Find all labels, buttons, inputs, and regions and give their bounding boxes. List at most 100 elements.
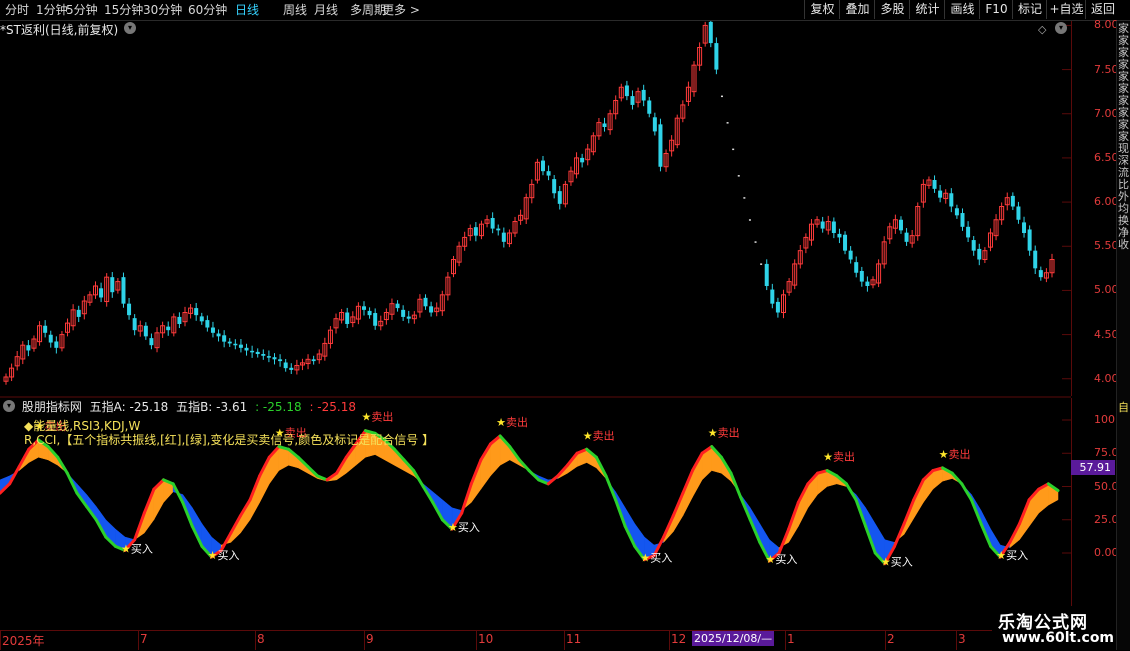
buy-signal: ★买入: [640, 552, 672, 565]
candle-body: [26, 345, 31, 351]
buy-signal: ★买入: [996, 549, 1028, 562]
candle-body: [222, 335, 227, 342]
date-label: 2: [887, 632, 895, 646]
candle-body: [311, 359, 316, 362]
candle-body: [233, 343, 238, 346]
value-a: -25.18: [129, 400, 169, 414]
period-tab-5[interactable]: 60分钟: [184, 0, 231, 20]
candle-body: [546, 171, 551, 176]
oscillator-line: [844, 482, 858, 502]
candle-body: [121, 277, 126, 304]
sell-signal: ★卖出: [496, 415, 528, 429]
period-tab-10[interactable]: 更多 >: [378, 0, 424, 20]
toolbar-button-7[interactable]: +自选: [1046, 0, 1086, 19]
candle-dash: [748, 219, 751, 221]
value-c: : -25.18: [255, 400, 302, 414]
indicator-grid: [1062, 419, 1071, 554]
candle-body: [76, 309, 81, 317]
candle-body: [43, 325, 48, 333]
candle-body: [624, 85, 629, 97]
price-tick: 5.50: [1094, 239, 1119, 253]
toolbar-button-6[interactable]: 标记: [1012, 0, 1047, 19]
period-tab-6[interactable]: 日线: [231, 0, 263, 20]
toolbar-button-5[interactable]: F10: [979, 0, 1013, 19]
period-tab-7[interactable]: 周线: [279, 0, 311, 20]
candle-body: [1016, 206, 1021, 220]
candle-body: [266, 356, 271, 358]
candle-dash: [720, 95, 723, 98]
indicator-tick: 0.00: [1094, 546, 1119, 559]
candle-body: [261, 354, 266, 356]
date-axis: 2025年 7 8 9 10 11 12 1 2 3: [0, 630, 1115, 651]
candle-body: [149, 338, 154, 346]
date-tick: [564, 631, 565, 650]
indicator-header: ▾ 股朋指标网 五指A: -25.18 五指B: -3.61 : -25.18 …: [0, 398, 356, 414]
candle-body: [966, 226, 971, 238]
buy-signal: ★买入: [121, 542, 153, 555]
indicator-note-2: R,CCI,【五个指标共振线,[红],[绿],变化是买卖信号,颜色及标记是配合信…: [24, 433, 435, 447]
oscillator-line: [604, 474, 618, 502]
candle-body: [865, 281, 870, 286]
toolbar-button-1[interactable]: 叠加: [839, 0, 875, 19]
watermark-logo: 乐淘公式网 www.60lt.com: [992, 606, 1116, 650]
candle-body: [580, 157, 585, 163]
candle-body: [216, 333, 221, 337]
price-tick: 4.50: [1094, 327, 1119, 341]
watermark-line2: www.60lt.com: [1002, 630, 1115, 646]
current-value-badge: 57.91: [1071, 460, 1115, 475]
date-label: 9: [366, 632, 374, 646]
candle-body: [938, 190, 943, 198]
chart-canvas: ★卖出★买入★买入★卖出★卖出★买入★卖出★卖出★买入★卖出★买入★卖出★买入★…: [0, 17, 1071, 569]
sell-signal: ★卖出: [361, 410, 393, 424]
chevron-down-icon[interactable]: ▾: [124, 22, 136, 34]
candle-body: [244, 347, 249, 351]
date-tick: [956, 631, 957, 650]
candle-body: [904, 232, 909, 242]
date-tick: [255, 631, 256, 650]
candle-body: [255, 351, 260, 355]
toolbar-button-0[interactable]: 复权: [804, 0, 840, 19]
indicator-fill: [0, 429, 1059, 565]
period-tab-4[interactable]: 30分钟: [139, 0, 186, 20]
right-info-panel: 自 家家家家家家家家家家现深流比外均换净收: [1116, 21, 1130, 650]
candle-body: [708, 21, 713, 44]
candle-body: [770, 289, 775, 304]
date-tick: [476, 631, 477, 650]
label-a: 五指A:: [89, 400, 126, 414]
period-tab-8[interactable]: 月线: [310, 0, 342, 20]
candle-body: [714, 43, 719, 70]
chevron-down-icon[interactable]: ▾: [3, 400, 15, 412]
candle-body: [143, 325, 148, 337]
candle-body: [764, 263, 769, 286]
sell-signal: ★卖出: [939, 447, 971, 461]
candle-body: [501, 232, 506, 242]
candle-body: [132, 318, 137, 331]
candle-body: [423, 297, 428, 307]
candle-body: [831, 221, 836, 233]
toolbar-button-2[interactable]: 多股: [874, 0, 910, 19]
candle-body: [630, 96, 635, 105]
candle-body: [99, 288, 104, 298]
toolbar-button-3[interactable]: 统计: [909, 0, 945, 19]
toolbar-button-8[interactable]: 返回: [1085, 0, 1120, 19]
date-label: 3: [958, 632, 966, 646]
candle-body: [373, 313, 378, 326]
candle-body: [429, 306, 434, 313]
chevron-down-circle-icon[interactable]: ▾: [1055, 22, 1067, 34]
candle-body: [960, 213, 965, 227]
price-tick: 7.50: [1094, 62, 1119, 76]
candle-dash: [726, 122, 729, 124]
price-tick: 6.00: [1094, 195, 1119, 209]
period-tab-2[interactable]: 5分钟: [62, 0, 102, 20]
diamond-icon[interactable]: ◇: [1038, 23, 1046, 36]
candlestick-series: [3, 17, 1055, 385]
candle-body: [283, 362, 288, 369]
date-tick: [669, 631, 670, 650]
candle-body: [1033, 250, 1038, 269]
candle-body: [238, 344, 243, 348]
toolbar-button-4[interactable]: 画线: [944, 0, 980, 19]
candle-body: [843, 234, 848, 251]
date-tick: [0, 631, 1, 650]
price-tick: 5.00: [1094, 283, 1119, 297]
period-tab-0[interactable]: 分时: [1, 0, 33, 20]
